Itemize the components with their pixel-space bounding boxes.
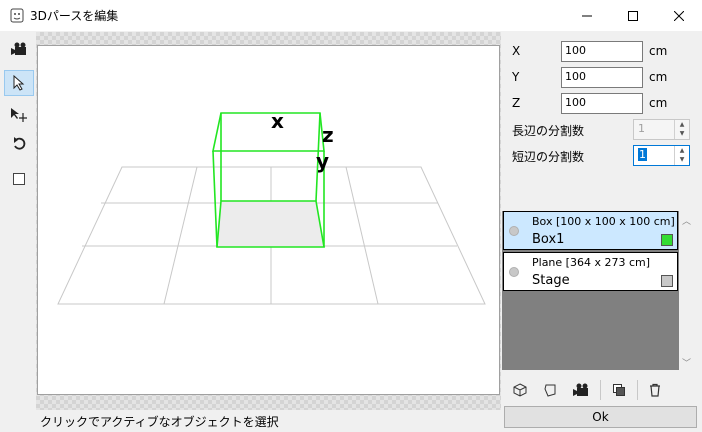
spin-down-icon[interactable]: ▼	[675, 129, 689, 138]
object-list[interactable]: Box [100 x 100 x 100 cm] Box1 Plane [364…	[502, 211, 679, 370]
long-side-divisions-value: 1	[638, 122, 645, 135]
toolbar-divider	[637, 380, 638, 400]
object-name: Box1	[532, 232, 565, 247]
x-size-input[interactable]: 100	[561, 41, 643, 62]
list-item[interactable]: Plane [364 x 273 cm] Stage	[503, 252, 678, 291]
long-side-divisions-stepper[interactable]: 1 ▲ ▼	[633, 119, 690, 140]
cursor-icon	[13, 75, 25, 91]
move-tool-button[interactable]	[4, 102, 34, 128]
visibility-radio[interactable]	[509, 267, 519, 277]
list-item[interactable]: Box [100 x 100 x 100 cm] Box1	[503, 211, 678, 250]
camera-icon	[573, 383, 588, 396]
square-tool-button[interactable]	[4, 166, 34, 192]
trash-icon	[650, 383, 660, 397]
app-icon	[10, 8, 24, 23]
add-camera-button[interactable]	[570, 379, 592, 401]
z-size-input[interactable]: 100	[561, 93, 643, 114]
move-icon	[11, 108, 27, 122]
long-side-divisions-label: 長辺の分割数	[512, 124, 585, 138]
minimize-icon	[582, 15, 592, 16]
edit-3d-perspective-window: 3Dパースを編集 x z y クリックでアクティブなオブジェクトを選択 X 10…	[0, 0, 702, 432]
duplicate-icon	[613, 384, 625, 396]
delete-button[interactable]	[644, 379, 666, 401]
spin-down-icon[interactable]: ▼	[675, 155, 689, 164]
camera-icon	[11, 42, 26, 55]
plane-icon	[544, 384, 556, 397]
axis-label-z: z	[322, 123, 334, 147]
object-description: Box [100 x 100 x 100 cm]	[532, 215, 675, 228]
x-unit: cm	[649, 44, 668, 58]
3d-viewport[interactable]: x z y	[37, 45, 500, 395]
object-name: Stage	[532, 273, 570, 288]
scroll-up-icon[interactable]: ︿	[682, 214, 691, 227]
scene-canvas[interactable]: x z y	[38, 46, 499, 394]
minimize-button[interactable]	[564, 0, 610, 31]
close-icon	[674, 10, 684, 21]
short-side-divisions-label: 短辺の分割数	[512, 150, 585, 164]
y-size-input[interactable]: 100	[561, 67, 643, 88]
rotate-icon	[14, 137, 26, 150]
visibility-radio[interactable]	[509, 226, 519, 236]
y-label: Y	[512, 70, 520, 84]
duplicate-button[interactable]	[608, 379, 630, 401]
ok-button[interactable]: Ok	[504, 406, 697, 428]
x-label: X	[512, 44, 521, 58]
close-button[interactable]	[656, 0, 702, 31]
spin-up-icon[interactable]: ▲	[675, 146, 689, 155]
color-swatch[interactable]	[661, 275, 673, 287]
add-plane-button[interactable]	[539, 379, 561, 401]
square-icon	[13, 173, 25, 185]
axis-label-x: x	[271, 109, 284, 133]
rotate-tool-button[interactable]	[4, 131, 34, 157]
spin-up-icon[interactable]: ▲	[675, 120, 689, 129]
maximize-button[interactable]	[610, 0, 656, 31]
object-description: Plane [364 x 273 cm]	[532, 256, 651, 269]
axis-label-y: y	[316, 149, 329, 173]
z-label: Z	[512, 96, 521, 110]
cube-icon	[513, 383, 527, 397]
box-floor-shadow	[217, 201, 324, 247]
y-unit: cm	[649, 70, 668, 84]
toolbar-divider	[600, 380, 601, 400]
viewport-frame: x z y	[36, 32, 501, 410]
maximize-icon	[628, 10, 638, 21]
color-swatch[interactable]	[661, 234, 673, 246]
z-unit: cm	[649, 96, 668, 110]
window-title: 3Dパースを編集	[30, 9, 119, 23]
camera-tool-button[interactable]	[4, 36, 34, 62]
short-side-divisions-stepper[interactable]: 1 ▲ ▼	[633, 145, 690, 166]
status-message: クリックでアクティブなオブジェクトを選択	[40, 415, 279, 429]
add-box-button[interactable]	[509, 379, 531, 401]
title-bar: 3Dパースを編集	[0, 0, 702, 31]
select-tool-button[interactable]	[4, 70, 34, 96]
scroll-down-icon[interactable]: ﹀	[682, 356, 691, 369]
short-side-divisions-value: 1	[638, 148, 647, 161]
